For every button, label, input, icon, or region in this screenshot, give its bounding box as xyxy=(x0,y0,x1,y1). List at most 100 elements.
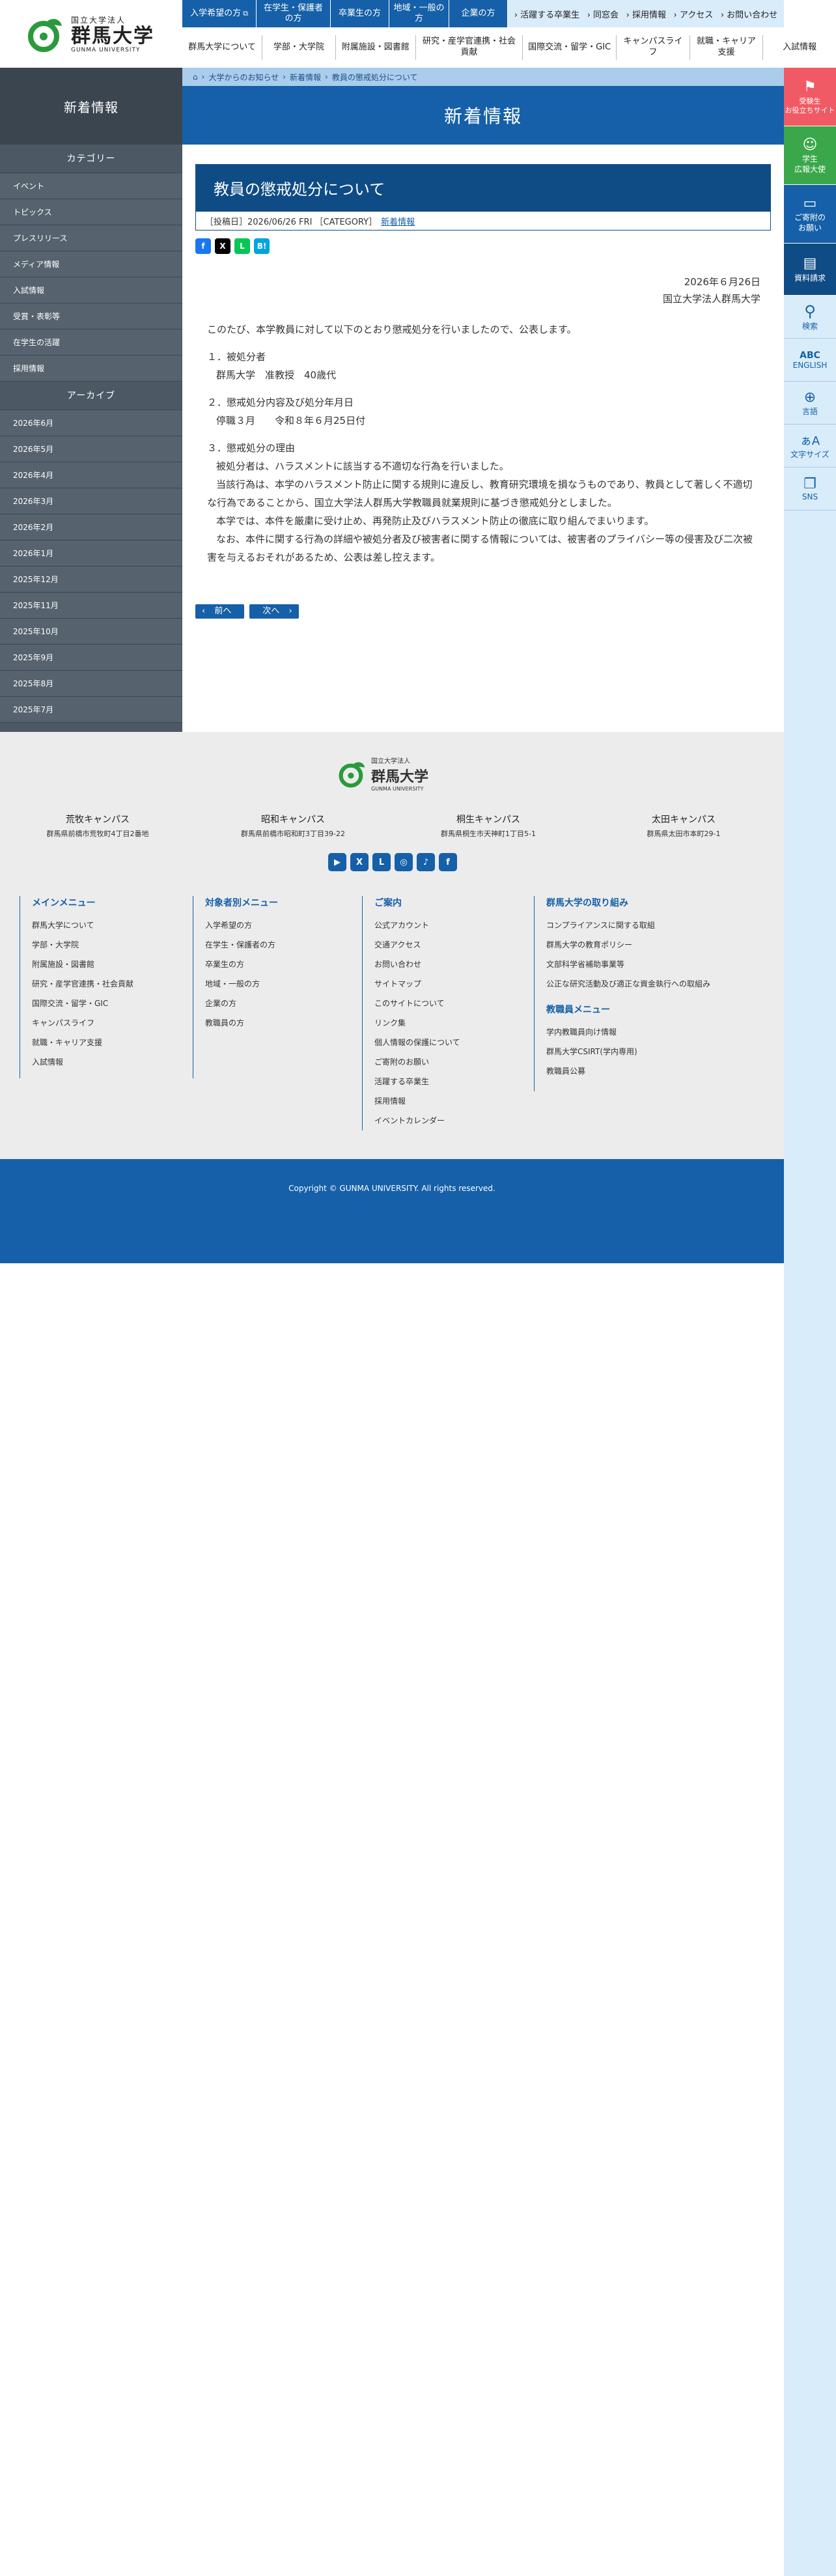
youtube-icon[interactable]: ▶ xyxy=(328,853,346,871)
section-text: 停職３月 令和８年６月25日付 xyxy=(216,415,366,427)
nav-campus-life[interactable]: キャンパスライフ xyxy=(617,35,690,60)
line-share-icon[interactable]: L xyxy=(234,238,250,254)
student-ambassador-button[interactable]: ☺ 学生 広報大使 xyxy=(784,126,836,185)
brochure-request-button[interactable]: ▤ 資料請求 xyxy=(784,244,836,296)
footer-link[interactable]: 卒業生の方 xyxy=(205,955,278,974)
footer-link[interactable]: 在学生・保護者の方 xyxy=(205,935,278,955)
footer-link[interactable]: 学内教職員向け情報 xyxy=(546,1022,710,1042)
footer-link[interactable]: 群馬大学CSIRT(学内専用) xyxy=(546,1042,710,1061)
sidebar-archive-item[interactable]: 2025年12月 xyxy=(0,567,182,593)
nav-facilities[interactable]: 附属施設・図書館 xyxy=(336,35,416,60)
footer-link[interactable]: 教職員公募 xyxy=(546,1061,710,1081)
article-meta: ［投稿日］2026/06/26 FRI ［CATEGORY］ 新着情報 xyxy=(195,211,771,231)
hatena-share-icon[interactable]: B! xyxy=(254,238,270,254)
footer-link[interactable]: 交通アクセス xyxy=(374,935,460,955)
footer-link[interactable]: 学部・大学院 xyxy=(32,935,133,955)
instagram-icon[interactable]: ◎ xyxy=(395,853,413,871)
sidebar-archive-item[interactable]: 2025年11月 xyxy=(0,593,182,619)
footer-link[interactable]: 就職・キャリア支援 xyxy=(32,1033,133,1052)
sidebar-archive-item[interactable]: 2025年8月 xyxy=(0,671,182,697)
facebook-icon[interactable]: f xyxy=(439,853,457,871)
sns-button[interactable]: ❐ SNS xyxy=(784,468,836,511)
top-button-prospective[interactable]: 入学希望の方 ⧉ xyxy=(182,0,257,27)
top-link-access[interactable]: › アクセス xyxy=(674,8,714,20)
top-link-recruit[interactable]: › 採用情報 xyxy=(626,8,666,20)
x-icon[interactable]: X xyxy=(350,853,369,871)
footer-link[interactable]: 公式アカウント xyxy=(374,916,460,935)
language-button[interactable]: ⊕ 言語 xyxy=(784,382,836,425)
breadcrumb-item[interactable]: 大学からのお知らせ xyxy=(208,72,279,83)
top-link-alumni-assoc[interactable]: › 同窓会 xyxy=(587,8,619,20)
top-link-graduates[interactable]: › 活躍する卒業生 xyxy=(514,8,579,20)
facebook-share-icon[interactable]: f xyxy=(195,238,211,254)
footer-link[interactable]: 公正な研究活動及び適正な資金執行への取組み xyxy=(546,974,710,994)
top-button-alumni[interactable]: 卒業生の方 xyxy=(331,0,389,27)
footer-link[interactable]: 国際交流・留学・GIC xyxy=(32,994,133,1013)
sidebar-category-item[interactable]: イベント xyxy=(0,173,182,199)
nav-admissions[interactable]: 入試情報 xyxy=(763,35,836,60)
search-button[interactable]: ⚲ 検索 xyxy=(784,296,836,339)
footer-link[interactable]: 群馬大学の教育ポリシー xyxy=(546,935,710,955)
footer-link[interactable]: お問い合わせ xyxy=(374,955,460,974)
top-button-community[interactable]: 地域・一般の方 xyxy=(389,0,449,27)
footer-link[interactable]: 附属施設・図書館 xyxy=(32,955,133,974)
footer-link[interactable]: サイトマップ xyxy=(374,974,460,994)
tiktok-icon[interactable]: ♪ xyxy=(417,853,435,871)
sidebar-archive-item[interactable]: 2025年7月 xyxy=(0,697,182,723)
sidebar-category-item[interactable]: 在学生の活躍 xyxy=(0,329,182,356)
footer-link[interactable]: ご寄附のお願い xyxy=(374,1052,460,1072)
sidebar-category-item[interactable]: メディア情報 xyxy=(0,251,182,277)
font-size-button[interactable]: ぁA 文字サイズ xyxy=(784,425,836,468)
x-share-icon[interactable]: X xyxy=(215,238,230,254)
copyright: Copyright © GUNMA UNIVERSITY. All rights… xyxy=(0,1159,784,1263)
footer-link[interactable]: 入学希望の方 xyxy=(205,916,278,935)
footer-link[interactable]: 地域・一般の方 xyxy=(205,974,278,994)
footer-link[interactable]: 活躍する卒業生 xyxy=(374,1072,460,1091)
footer-link[interactable]: このサイトについて xyxy=(374,994,460,1013)
line-icon[interactable]: L xyxy=(372,853,391,871)
donation-button[interactable]: ▭ ご寄附の お願い xyxy=(784,185,836,244)
sidebar-archive-item[interactable]: 2026年5月 xyxy=(0,436,182,462)
sidebar-category-item[interactable]: 入試情報 xyxy=(0,277,182,303)
footer-link[interactable]: 教職員の方 xyxy=(205,1013,278,1033)
prev-button[interactable]: ‹ 前へ xyxy=(195,604,245,619)
sidebar-category-item[interactable]: トピックス xyxy=(0,199,182,225)
nav-faculties[interactable]: 学部・大学院 xyxy=(262,35,336,60)
nav-international[interactable]: 国際交流・留学・GIC xyxy=(523,35,617,60)
top-link-contact[interactable]: › お問い合わせ xyxy=(721,8,777,20)
sidebar-archive-item[interactable]: 2025年9月 xyxy=(0,645,182,671)
next-button[interactable]: 次へ › xyxy=(249,604,299,619)
breadcrumb-item[interactable]: 新着情報 xyxy=(290,72,321,83)
footer-link[interactable]: 入試情報 xyxy=(32,1052,133,1072)
sidebar-category-item[interactable]: 受賞・表彰等 xyxy=(0,303,182,329)
top-button-companies[interactable]: 企業の方 xyxy=(449,0,508,27)
footer-link[interactable]: リンク集 xyxy=(374,1013,460,1033)
footer-link[interactable]: 研究・産学官連携・社会貢献 xyxy=(32,974,133,994)
english-button[interactable]: ABC ENGLISH xyxy=(784,339,836,382)
home-icon[interactable]: ⌂ xyxy=(193,72,198,81)
category-link[interactable]: 新着情報 xyxy=(381,215,415,227)
nav-about[interactable]: 群馬大学について xyxy=(182,35,263,60)
top-button-students[interactable]: 在学生・保護者の方 xyxy=(257,0,331,27)
exam-support-button[interactable]: ⚑ 受験生 お役立ちサイト xyxy=(784,68,836,126)
nav-research[interactable]: 研究・産学官連携・社会貢献 xyxy=(416,35,523,60)
footer-link[interactable]: 個人情報の保護について xyxy=(374,1033,460,1052)
footer-link[interactable]: イベントカレンダー xyxy=(374,1111,460,1130)
sidebar-archive-item[interactable]: 2026年4月 xyxy=(0,462,182,488)
sidebar-archive-item[interactable]: 2026年1月 xyxy=(0,540,182,567)
footer-link[interactable]: キャンパスライフ xyxy=(32,1013,133,1033)
footer-link[interactable]: コンプライアンスに関する取組 xyxy=(546,916,710,935)
sidebar-archive-item[interactable]: 2026年6月 xyxy=(0,410,182,436)
footer-link[interactable]: 企業の方 xyxy=(205,994,278,1013)
nav-career[interactable]: 就職・キャリア支援 xyxy=(690,35,764,60)
footer-link[interactable]: 群馬大学について xyxy=(32,916,133,935)
sidebar-category-item[interactable]: プレスリリース xyxy=(0,225,182,251)
footer-logo[interactable]: 国立大学法人 群馬大学 GUNMA UNIVERSITY xyxy=(339,755,428,792)
footer-link[interactable]: 文部科学省補助事業等 xyxy=(546,955,710,974)
sidebar-archive-item[interactable]: 2026年2月 xyxy=(0,514,182,540)
sidebar-category-item[interactable]: 採用情報 xyxy=(0,356,182,382)
sidebar-archive-item[interactable]: 2026年3月 xyxy=(0,488,182,514)
sidebar-archive-item[interactable]: 2025年10月 xyxy=(0,619,182,645)
site-logo[interactable]: 国立大学法人 群馬大学 GUNMA UNIVERSITY xyxy=(0,0,182,68)
footer-link[interactable]: 採用情報 xyxy=(374,1091,460,1111)
